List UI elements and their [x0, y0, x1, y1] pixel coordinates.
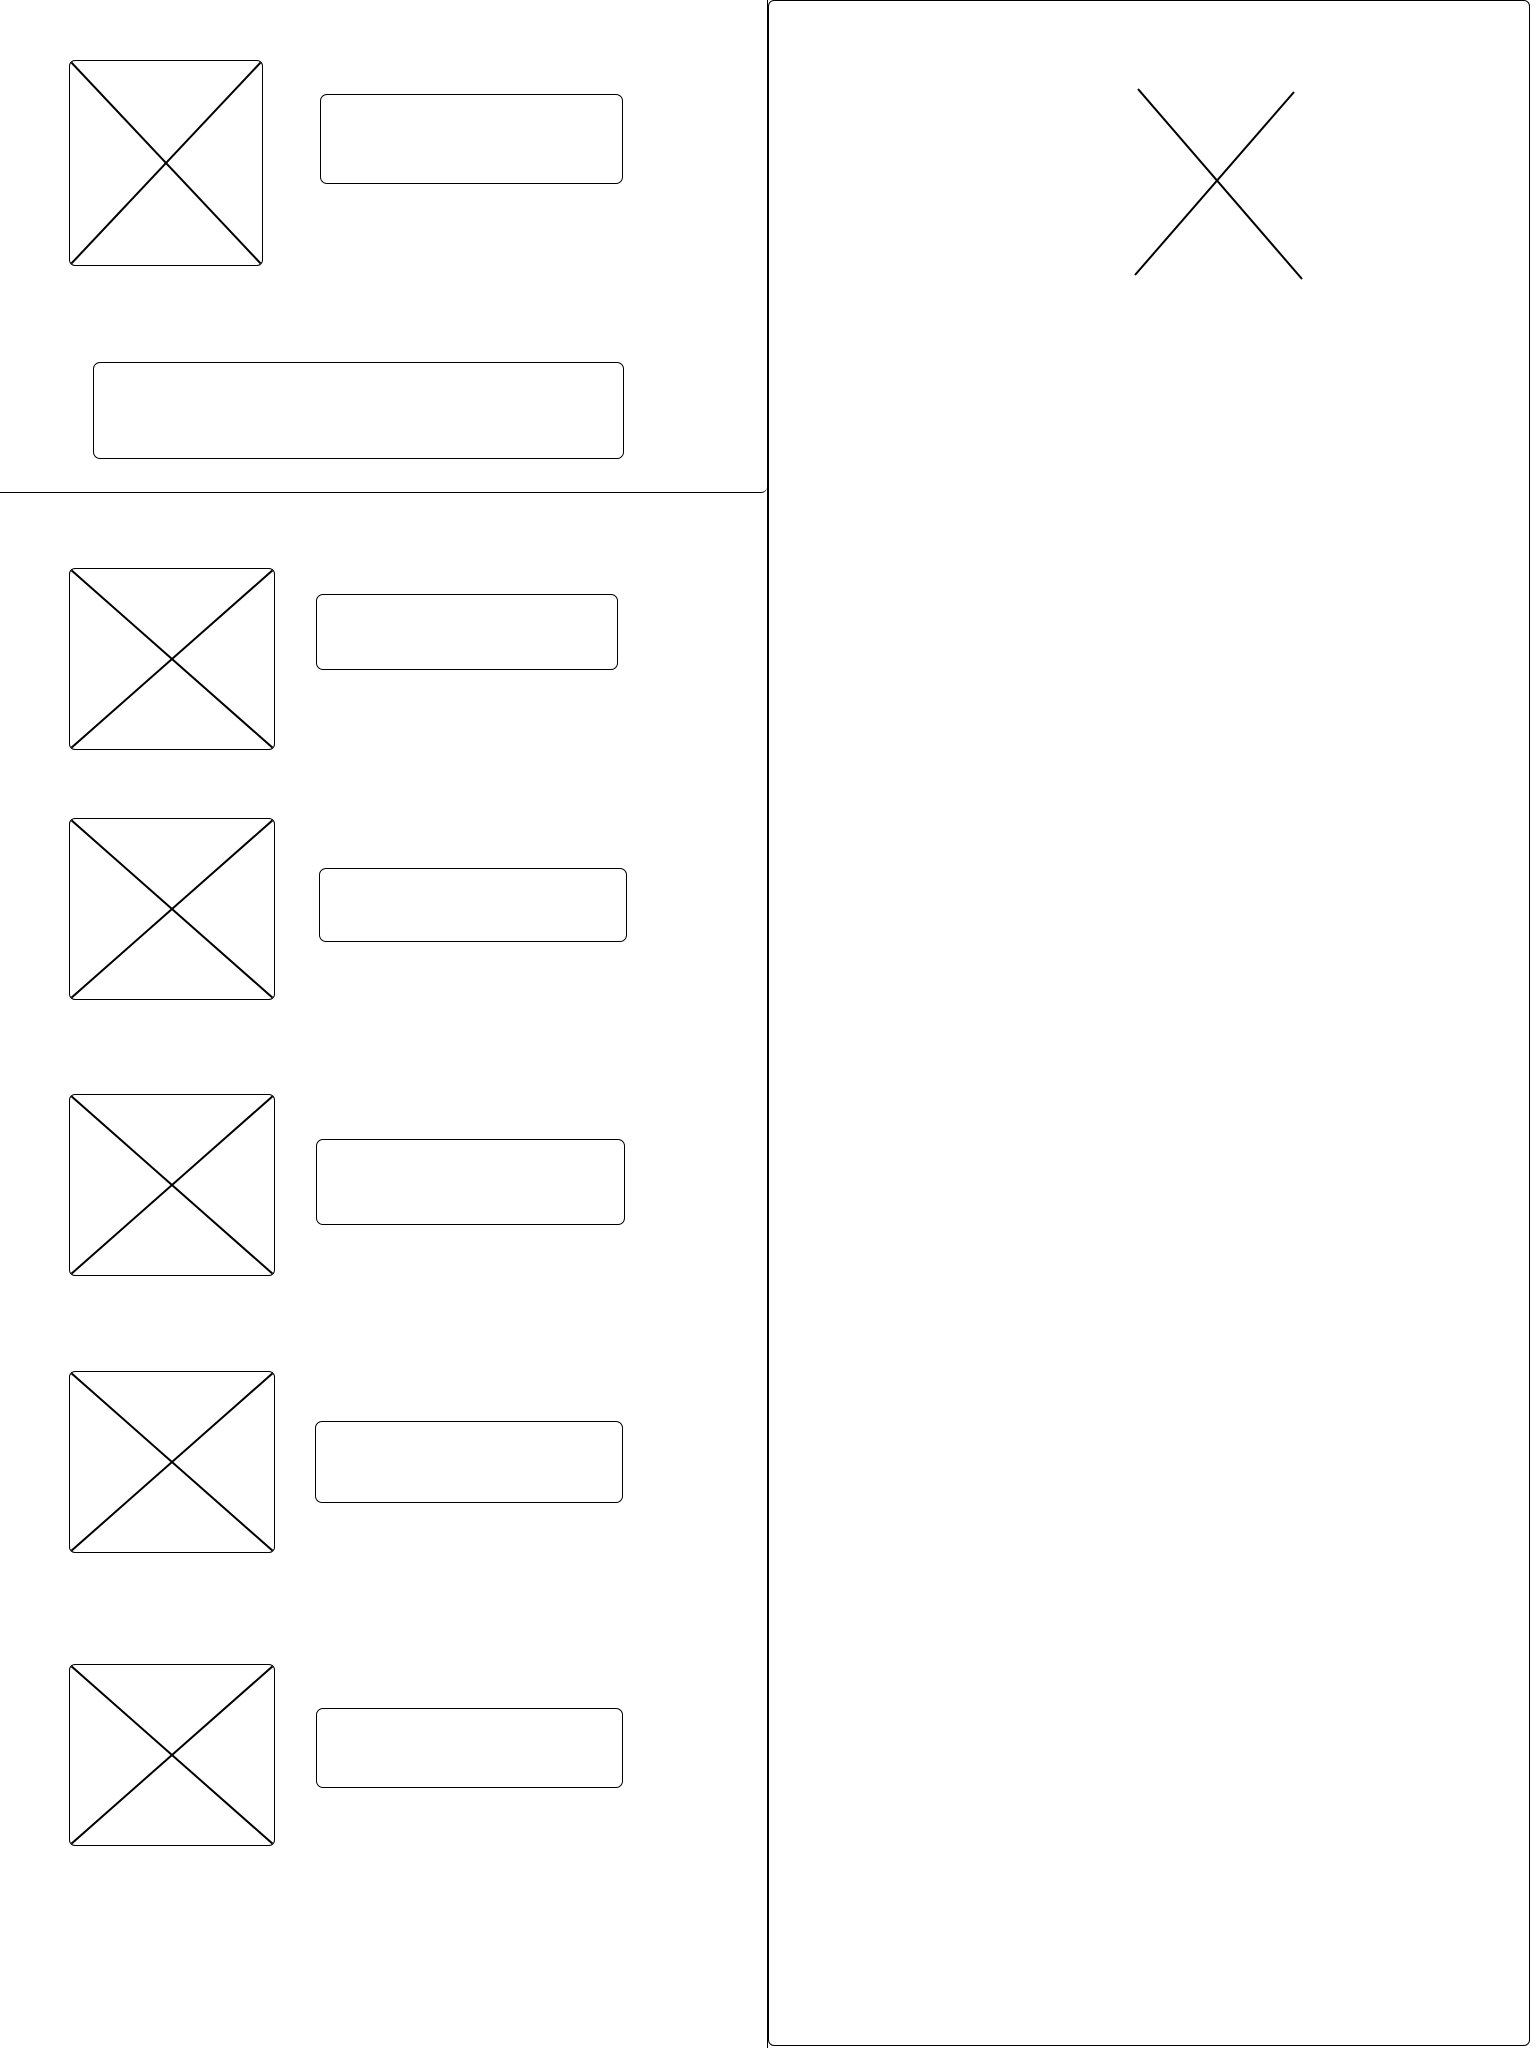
header-image-placeholder-icon: [69, 60, 263, 266]
close-icon[interactable]: [769, 1, 1529, 401]
image-placeholder-icon: [69, 1094, 275, 1276]
list-item-label-box[interactable]: [316, 1139, 625, 1225]
detail-panel: [768, 0, 1530, 2046]
image-placeholder-icon: [69, 818, 275, 1000]
list-item-label-box[interactable]: [319, 868, 627, 942]
header-section: [0, 0, 767, 493]
image-placeholder-icon: [69, 1371, 275, 1553]
list-item-label-box[interactable]: [315, 1421, 623, 1503]
header-subtitle-box[interactable]: [93, 362, 624, 459]
header-title-box[interactable]: [320, 94, 623, 184]
image-placeholder-icon: [69, 568, 275, 750]
image-placeholder-icon: [69, 1664, 275, 1846]
list-item-label-box[interactable]: [316, 1708, 623, 1788]
list-item-label-box[interactable]: [316, 594, 618, 670]
